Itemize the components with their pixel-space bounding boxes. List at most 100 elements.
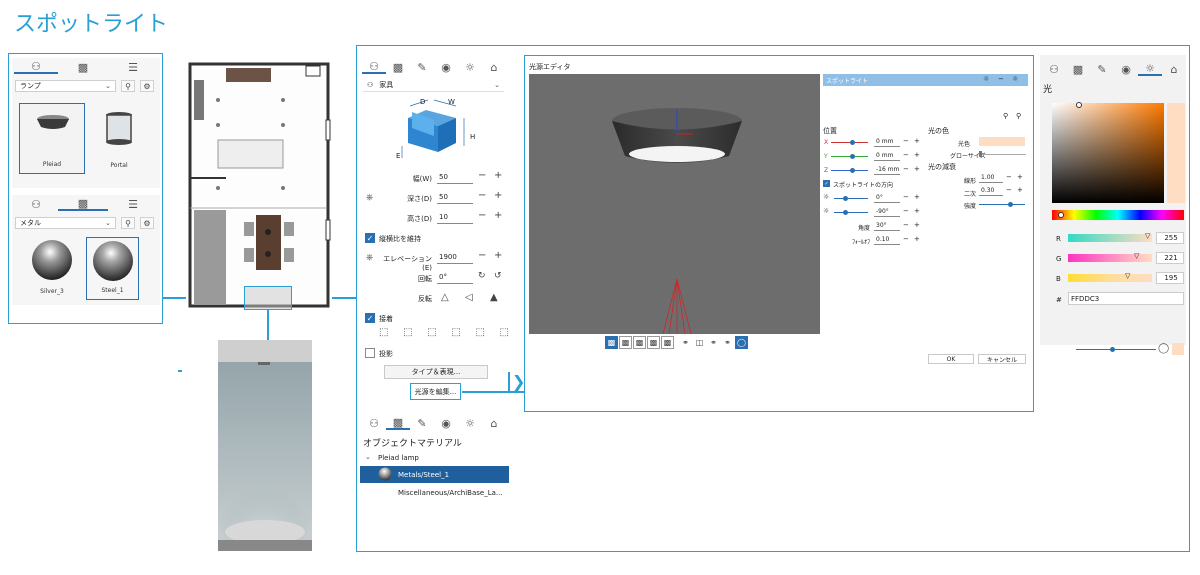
brush-icon[interactable]: ✎ [1090,62,1114,76]
list-icon[interactable]: ☰ [108,60,158,74]
lock-icon[interactable]: ⎈ [366,253,373,263]
add-light-icon[interactable]: ☼ [983,75,989,83]
ok-button[interactable]: OK [928,354,974,364]
furniture-icon[interactable]: ⚇ [362,416,386,430]
view-side-icon[interactable]: ▩ [633,336,646,349]
snap-right-icon[interactable]: ⬚ [451,327,460,341]
angle-decrement[interactable]: − [903,221,909,229]
direction-a-knob[interactable] [843,196,848,201]
house-icon[interactable]: ⌂ [1162,62,1186,76]
filter-button[interactable]: ⚙ [140,80,154,92]
falloff-input[interactable]: 0.10 [874,235,900,245]
lock-icon[interactable]: ⎈ [366,193,373,203]
chevron-down-icon[interactable]: ⌄ [365,453,371,461]
material-stamp-icon[interactable]: ▩ [1066,62,1090,76]
brush-icon[interactable]: ✎ [410,416,434,430]
color-picker-knob[interactable] [1076,102,1082,108]
library-item-portal[interactable]: Portal [86,103,152,174]
rotation-input[interactable]: 0° [437,271,473,284]
material-stamp-icon[interactable]: ▩ [386,60,410,74]
direction-b-decrement[interactable]: − [903,207,909,215]
x-slider-knob[interactable] [850,140,855,145]
depth-increment[interactable]: + [494,190,502,201]
view-iso-icon[interactable]: ▩ [647,336,660,349]
material-row-label[interactable]: Miscellaneous/ArchiBase_La... [398,489,503,497]
r-input[interactable]: 255 [1156,232,1184,244]
snap-left-icon[interactable]: ⬚ [427,327,436,341]
quad-increment[interactable]: + [1017,186,1023,194]
camera-fit-icon[interactable]: ⚭ [721,336,734,349]
filter-button[interactable]: ⚙ [140,217,154,229]
light-color-swatch-small[interactable] [1172,343,1184,355]
hex-input[interactable]: FFDDC3 [1068,292,1184,305]
floor-plan-selection[interactable] [244,286,292,310]
furniture-icon[interactable]: ⚇ [362,60,386,74]
spot-direction-checkbox[interactable]: ✓ [823,180,830,187]
camera-icon[interactable]: ◉ [434,60,458,74]
elevation-decrement[interactable]: − [478,250,486,261]
light-add-icon[interactable]: ⚲ [1016,112,1021,120]
quad-input[interactable]: 0.30 [979,186,1003,196]
y-slider-knob[interactable] [850,154,855,159]
furniture-icon[interactable]: ⚇ [14,60,58,74]
camera-icon[interactable]: ◉ [1114,62,1138,76]
material-item-silver[interactable]: Silver_3 [19,237,85,300]
z-decrement[interactable]: − [903,165,909,173]
type-and-expression-button[interactable]: タイプ＆表現... [384,365,488,379]
z-slider-knob[interactable] [850,168,855,173]
direction-b-increment[interactable]: + [914,207,920,215]
height-decrement[interactable]: − [478,210,486,221]
house-icon[interactable]: ⌂ [482,60,506,74]
camera-reset-icon[interactable]: ◯ [735,336,748,349]
shadow-checkbox[interactable] [365,348,375,358]
camera-pan-icon[interactable]: ◫ [693,336,706,349]
x-increment[interactable]: + [914,137,920,145]
list-icon[interactable]: ☰ [108,197,158,211]
library-category-select[interactable]: ランプ ⌄ [15,80,116,92]
brush-icon[interactable]: ✎ [410,60,434,74]
library-item-pleiad[interactable]: Pleiad [19,103,85,174]
hue-slider-knob[interactable] [1058,212,1064,218]
house-icon[interactable]: ⌂ [482,416,506,430]
r-slider[interactable] [1068,234,1152,242]
falloff-increment[interactable]: + [914,235,920,243]
camera-orbit-icon[interactable]: ⚭ [679,336,692,349]
direction-a-input[interactable]: 0° [874,193,900,203]
search-button[interactable]: ⚲ [121,217,135,229]
g-input[interactable]: 221 [1156,252,1184,264]
materials-category-select[interactable]: メタル ⌄ [15,217,116,229]
width-decrement[interactable]: − [478,170,486,181]
light-intensity-knob[interactable] [1110,347,1115,352]
flip-horizontal-icon[interactable]: △ [441,292,449,303]
intensity-knob[interactable] [1008,202,1013,207]
y-decrement[interactable]: − [903,151,909,159]
z-input[interactable]: -16 mm [874,165,900,175]
materials-icon[interactable]: ▩ [58,60,108,74]
glow-slider[interactable] [981,154,1026,155]
linear-input[interactable]: 1.00 [979,173,1003,183]
g-slider-knob[interactable]: ▽ [1134,252,1139,260]
keep-ratio-checkbox[interactable]: ✓ [365,233,375,243]
snap-top-icon[interactable]: ⬚ [379,327,388,341]
light-intensity-slider[interactable] [1076,349,1156,350]
sun-icon[interactable]: ☼ [1138,62,1162,76]
y-increment[interactable]: + [914,151,920,159]
properties-category-select[interactable]: ⚇ 家具 ⌄ [363,79,504,92]
edit-light-button[interactable]: 光源を編集... [410,383,461,400]
camera-icon[interactable]: ◉ [434,416,458,430]
hue-slider[interactable] [1052,210,1184,220]
y-input[interactable]: 0 mm [874,151,900,161]
view-persp-icon[interactable]: ▩ [661,336,674,349]
saturation-value-picker[interactable] [1052,103,1164,203]
direction-b-input[interactable]: -90° [874,207,900,217]
cancel-button[interactable]: キャンセル [978,354,1026,364]
width-input[interactable]: 50 [437,171,473,184]
rotate-cw-icon[interactable]: ↻ [478,271,486,281]
depth-input[interactable]: 50 [437,191,473,204]
snap-bottom-icon[interactable]: ⬚ [403,327,412,341]
intensity-slider[interactable] [979,204,1025,205]
snap-checkbox[interactable]: ✓ [365,313,375,323]
x-decrement[interactable]: − [903,137,909,145]
linear-decrement[interactable]: − [1006,173,1012,181]
direction-a-slider[interactable] [834,198,868,199]
